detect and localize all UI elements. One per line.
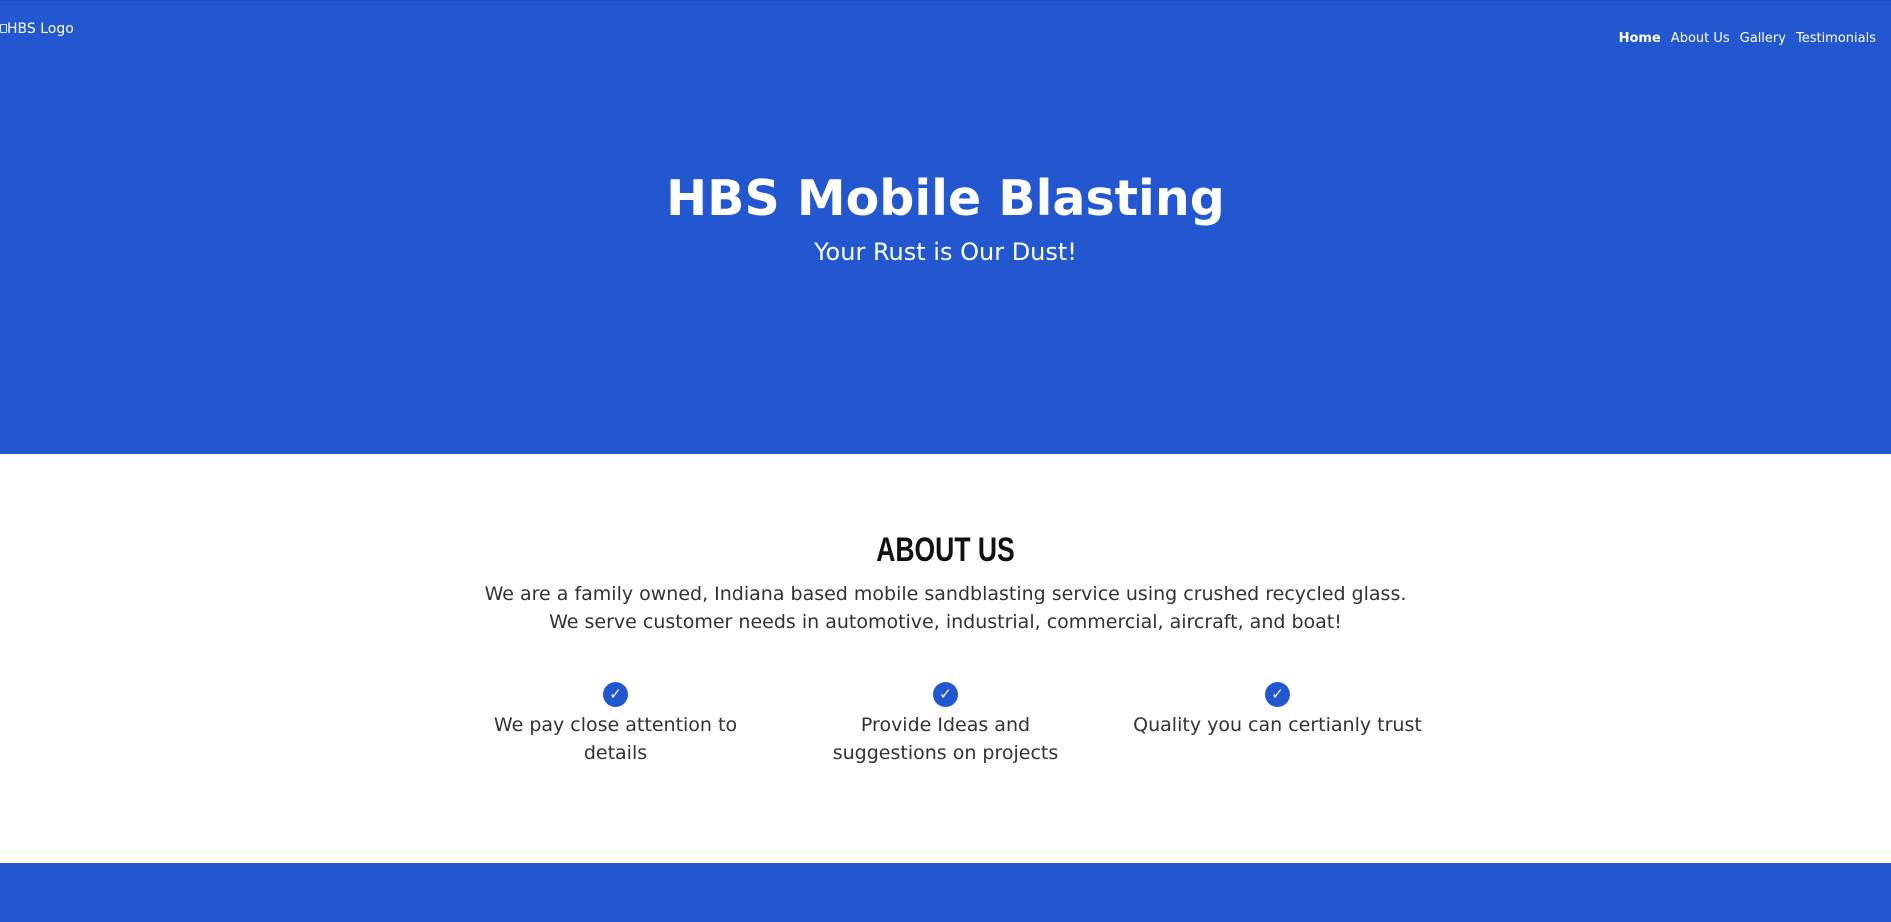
about-heading: ABOUT US <box>876 531 1015 569</box>
main-navigation: Home About Us Gallery Testimonials <box>1619 31 1876 46</box>
site-logo[interactable]: HBS Logo <box>0 22 74 36</box>
feature-item: ✓ Quality you can certianly trust <box>1130 682 1425 739</box>
feature-item: ✓ We pay close attention to details <box>488 682 743 767</box>
broken-image-icon <box>0 23 7 33</box>
feature-text: We pay close attention to details <box>493 714 738 764</box>
nav-testimonials[interactable]: Testimonials <box>1796 31 1876 46</box>
feature-item: ✓ Provide Ideas and suggestions on proje… <box>818 682 1073 767</box>
logo-alt-text: HBS Logo <box>7 21 74 37</box>
nav-gallery[interactable]: Gallery <box>1740 31 1786 46</box>
about-section: ABOUT US We are a family owned, Indiana … <box>0 454 1891 863</box>
hero-subtitle: Your Rust is Our Dust! <box>814 238 1077 266</box>
check-circle-icon: ✓ <box>603 682 628 707</box>
feature-text: Quality you can certianly trust <box>1133 714 1422 736</box>
next-section-band <box>0 863 1891 922</box>
feature-text: Provide Ideas and suggestions on project… <box>832 714 1059 764</box>
nav-home[interactable]: Home <box>1619 31 1661 46</box>
hero-title: HBS Mobile Blasting <box>666 170 1225 227</box>
hero-section: HBS Logo Home About Us Gallery Testimoni… <box>0 0 1891 454</box>
check-circle-icon: ✓ <box>1265 682 1290 707</box>
nav-about-us[interactable]: About Us <box>1671 31 1730 46</box>
about-description: We are a family owned, Indiana based mob… <box>484 583 1407 633</box>
check-circle-icon: ✓ <box>933 682 958 707</box>
